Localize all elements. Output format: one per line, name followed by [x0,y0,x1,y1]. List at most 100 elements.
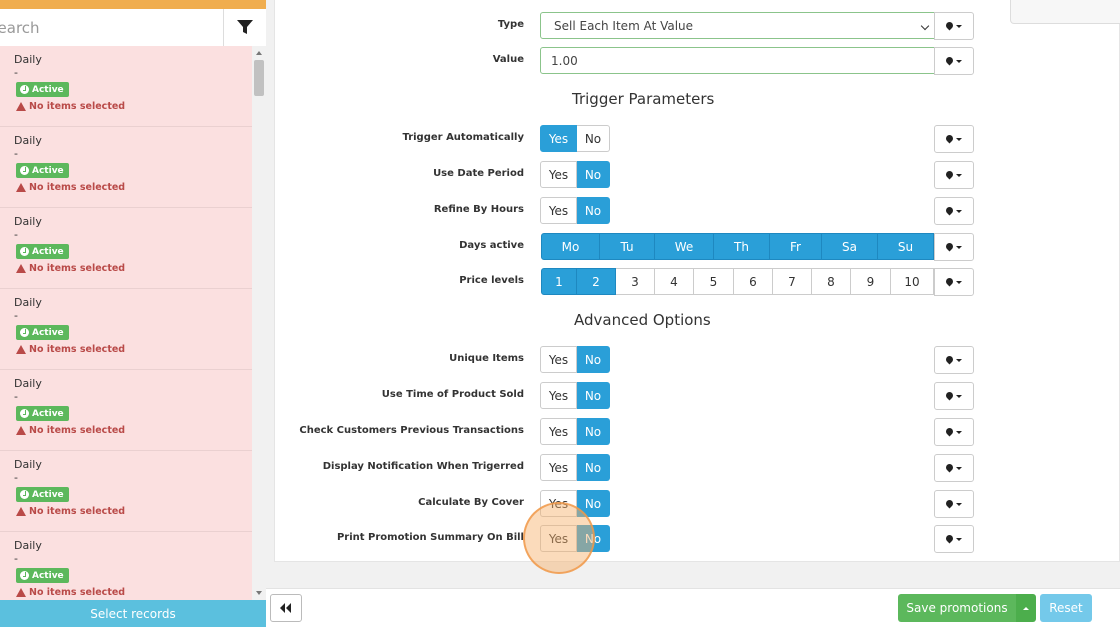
refine-by-hours-pin-dropdown[interactable] [934,197,974,225]
record-warning: No items selected [16,263,252,274]
price-level-option[interactable]: 8 [812,268,851,295]
use-time-of-product-sold-pin-dropdown[interactable] [934,382,974,410]
record-warning: No items selected [16,587,252,598]
search-input[interactable] [0,9,223,46]
refine-by-hours-yes[interactable]: Yes [540,197,577,224]
value-pin-dropdown[interactable] [934,47,974,75]
list-item[interactable]: Daily - Active No items selected [0,451,252,532]
unique-items-toggle: Yes No [540,346,610,373]
calculate-by-cover-pin-dropdown[interactable] [934,490,974,518]
print-promotion-summary-yes[interactable]: Yes [540,525,577,552]
filter-button[interactable] [223,9,266,46]
display-notification-yes[interactable]: Yes [540,454,577,481]
price-level-option[interactable]: 10 [891,268,934,295]
price-level-option[interactable]: 5 [694,268,734,295]
use-date-period-pin-dropdown[interactable] [934,161,974,189]
records-scrollbar[interactable] [252,46,266,600]
refine-by-hours-no[interactable]: No [577,197,610,224]
use-time-of-product-sold-toggle: Yes No [540,382,610,409]
price-level-option[interactable]: 6 [734,268,773,295]
value-input-text: 1.00 [551,53,578,68]
use-time-of-product-sold-label: Use Time of Product Sold [381,389,524,400]
day-option[interactable]: Fr [770,233,822,260]
calculate-by-cover-no[interactable]: No [577,490,610,517]
records-sidebar: Daily-ActiveNo items selectedDaily-Activ… [0,0,266,627]
price-level-option[interactable]: 7 [773,268,812,295]
type-pin-dropdown[interactable] [934,12,974,40]
value-input[interactable]: 1.00 [540,47,935,74]
day-option[interactable]: We [655,233,714,260]
list-item[interactable]: Daily - Active No items selected [0,532,252,600]
price-levels-pin-dropdown[interactable] [934,268,974,296]
scroll-up-icon[interactable] [256,51,262,55]
price-level-option[interactable]: 3 [616,268,655,295]
select-records-button[interactable]: Select records [0,600,266,627]
check-circle-icon [20,247,29,256]
caret-down-icon [956,466,962,470]
check-customers-previous-no[interactable]: No [577,418,610,445]
warning-icon [16,588,26,597]
list-item[interactable]: Daily - Active No items selected [0,46,252,127]
record-title: Daily [14,134,42,147]
day-option[interactable]: Mo [541,233,600,260]
use-time-of-product-sold-no[interactable]: No [577,382,610,409]
trigger-automatically-yes[interactable]: Yes [540,125,577,152]
price-level-option[interactable]: 1 [541,268,577,295]
display-notification-pin-dropdown[interactable] [934,454,974,482]
status-badge: Active [16,406,69,421]
trigger-automatically-no[interactable]: No [577,125,610,152]
unique-items-no[interactable]: No [577,346,610,373]
caret-up-icon [1023,606,1029,610]
trigger-automatically-pin-dropdown[interactable] [934,125,974,153]
status-badge-label: Active [32,84,64,95]
record-warning-text: No items selected [29,182,126,193]
status-badge-label: Active [32,246,64,257]
save-options-dropdown[interactable] [1016,594,1036,622]
warning-icon [16,507,26,516]
type-select[interactable]: Sell Each Item At Value [540,12,935,39]
unique-items-pin-dropdown[interactable] [934,346,974,374]
use-date-period-toggle: Yes No [540,161,610,188]
print-promotion-summary-no[interactable]: No [577,525,610,552]
caret-down-icon [956,24,962,28]
record-warning: No items selected [16,101,252,112]
days-active-selector: Mo Tu We Th Fr Sa Su [541,233,934,260]
check-customers-previous-pin-dropdown[interactable] [934,418,974,446]
display-notification-no[interactable]: No [577,454,610,481]
unique-items-yes[interactable]: Yes [540,346,577,373]
calculate-by-cover-yes[interactable]: Yes [540,490,577,517]
back-button[interactable] [270,594,302,622]
check-circle-icon [20,409,29,418]
map-marker-icon [944,426,955,436]
day-option[interactable]: Tu [600,233,655,260]
price-level-option[interactable]: 9 [851,268,891,295]
top-right-panel [1010,0,1120,24]
reset-button[interactable]: Reset [1040,594,1092,622]
check-customers-previous-yes[interactable]: Yes [540,418,577,445]
day-option[interactable]: Su [878,233,934,260]
caret-down-icon [956,245,962,249]
record-title: Daily [14,377,42,390]
scroll-thumb[interactable] [254,60,264,96]
list-item[interactable]: Daily - Active No items selected [0,208,252,289]
use-time-of-product-sold-yes[interactable]: Yes [540,382,577,409]
warning-icon [16,183,26,192]
caret-down-icon [956,209,962,213]
day-option[interactable]: Sa [822,233,878,260]
list-item[interactable]: Daily - Active No items selected [0,127,252,208]
record-subtitle: - [14,471,18,484]
days-active-pin-dropdown[interactable] [934,233,974,261]
save-promotions-button[interactable]: Save promotions [898,594,1016,622]
list-item[interactable]: Daily - Active No items selected [0,370,252,451]
list-item[interactable]: Daily - Active No items selected [0,289,252,370]
day-option[interactable]: Th [714,233,770,260]
use-date-period-yes[interactable]: Yes [540,161,577,188]
use-date-period-no[interactable]: No [577,161,610,188]
price-level-option[interactable]: 2 [577,268,616,295]
scroll-down-icon[interactable] [256,591,262,595]
print-promotion-summary-pin-dropdown[interactable] [934,525,974,553]
price-level-option[interactable]: 4 [655,268,694,295]
price-levels-selector: 1 2 3 4 5 6 7 8 9 10 [541,268,934,295]
search-row [0,9,266,46]
status-badge-label: Active [32,408,64,419]
